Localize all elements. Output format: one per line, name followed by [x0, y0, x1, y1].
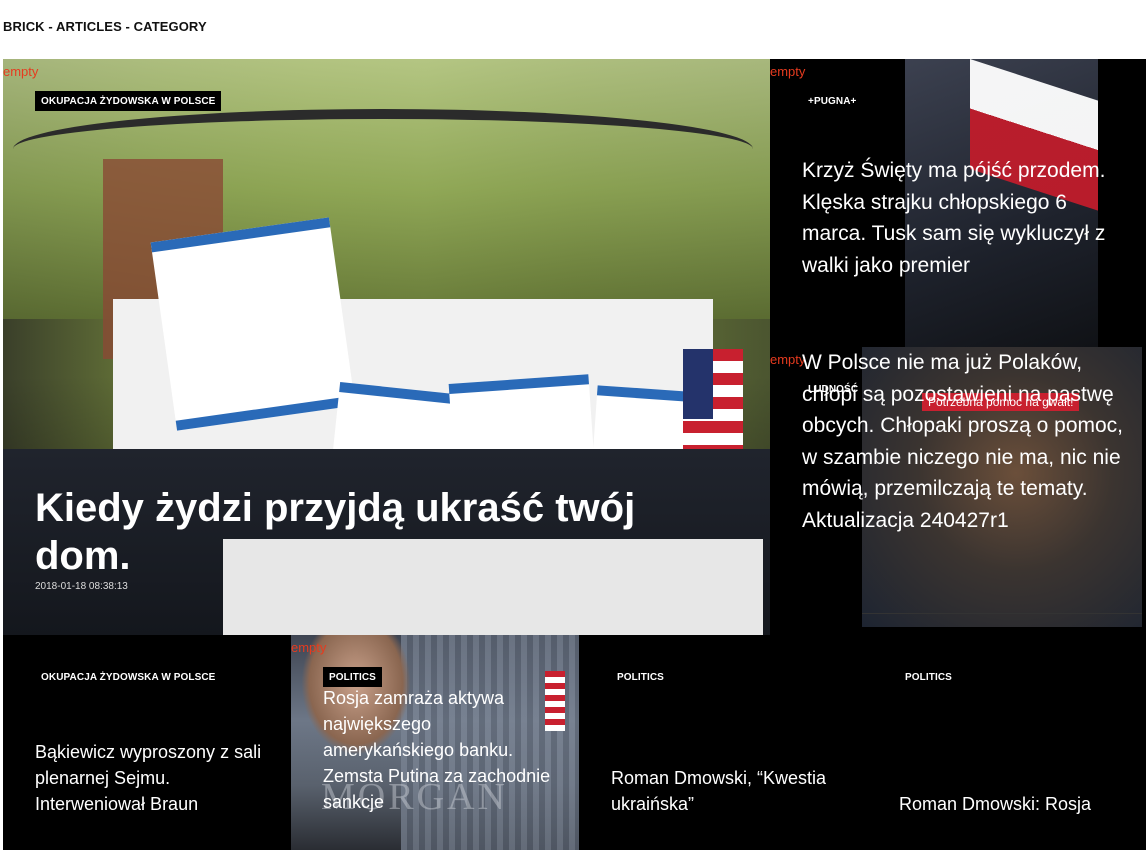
article-card[interactable]: empty +PUGNA+ Krzyż Święty ma pójść przo…: [770, 59, 1146, 347]
category-badge[interactable]: POLITICS: [899, 667, 958, 687]
article-card[interactable]: OKUPACJA ŻYDOWSKA W POLSCE Bąkiewicz wyp…: [3, 635, 291, 850]
article-title[interactable]: Krzyż Święty ma pójść przodem. Klęska st…: [802, 155, 1122, 281]
empty-label: empty: [770, 64, 806, 79]
breadcrumb: BRICK - ARTICLES - CATEGORY: [3, 19, 207, 34]
category-badge[interactable]: POLITICS: [611, 667, 670, 687]
article-card-hero[interactable]: empty OKUPACJA ŻYDOWSKA W POLSCE Kiedy ż…: [3, 59, 770, 635]
category-badge[interactable]: POLITICS: [323, 667, 382, 687]
article-title[interactable]: Bąkiewicz wyproszony z sali plenarnej Se…: [35, 739, 275, 817]
article-date: 2018-01-18 08:38:13: [35, 581, 128, 592]
empty-label: empty: [291, 640, 327, 655]
empty-label: empty: [770, 352, 806, 367]
article-card[interactable]: POLITICS Roman Dmowski: Rosja: [867, 635, 1146, 850]
article-title[interactable]: Rosja zamraża aktywa największego ameryk…: [323, 685, 563, 815]
category-badge[interactable]: OKUPACJA ŻYDOWSKA W POLSCE: [35, 91, 222, 111]
article-title[interactable]: Roman Dmowski: Rosja: [899, 791, 1139, 817]
article-card[interactable]: POLITICS Roman Dmowski, “Kwestia ukraińs…: [579, 635, 867, 850]
article-title[interactable]: Kiedy żydzi przyjdą ukraść twój dom.: [35, 484, 735, 580]
empty-label: empty: [3, 64, 39, 79]
article-card[interactable]: MORGAN empty POLITICS Rosja zamraża akty…: [291, 635, 579, 850]
article-title[interactable]: Roman Dmowski, “Kwestia ukraińska”: [611, 765, 851, 817]
video-controls[interactable]: [862, 613, 1142, 626]
category-badge[interactable]: OKUPACJA ŻYDOWSKA W POLSCE: [35, 667, 222, 687]
category-badge[interactable]: +PUGNA+: [802, 91, 863, 111]
article-title[interactable]: W Polsce nie ma już Polaków, chłopi są p…: [802, 347, 1132, 536]
article-card[interactable]: Potrzebna pomoc na gwałt! empty LUDNOŚĆ …: [770, 347, 1146, 635]
